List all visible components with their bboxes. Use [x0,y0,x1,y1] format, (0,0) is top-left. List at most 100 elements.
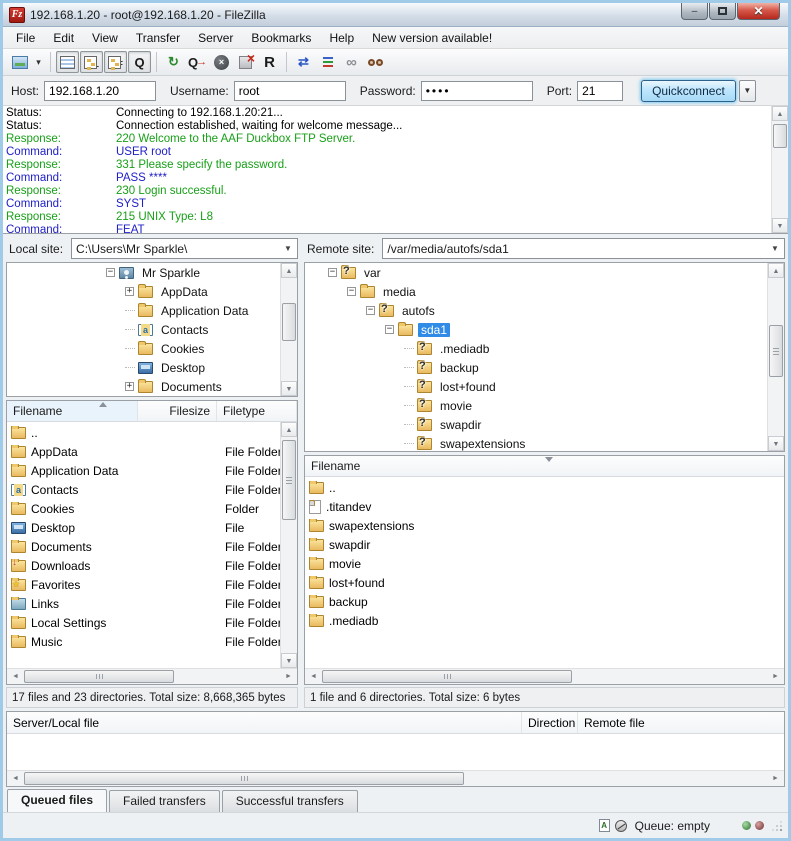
local-file-row[interactable]: AppDataFile Folder [7,442,297,461]
pane-splitter[interactable] [298,236,301,708]
column-header-filesize[interactable]: Filesize [138,401,217,421]
menu-item-bookmarks[interactable]: Bookmarks [242,29,320,47]
local-file-row[interactable]: LinksFile Folder [7,594,297,613]
port-input[interactable] [577,81,623,101]
local-file-row[interactable]: FavoritesFile Folder [7,575,297,594]
speed-limits-icon[interactable] [615,820,627,832]
menu-item-new-version-available[interactable]: New version available! [363,29,501,47]
remote-tree-item-backup[interactable]: backup [305,358,784,377]
local-tree-scrollbar[interactable]: ▲ ▼ [280,263,297,396]
local-site-combo[interactable]: C:\Users\Mr Sparkle\ ▼ [71,238,298,259]
username-input[interactable] [234,81,346,101]
remote-file-row[interactable]: swapextensions [305,516,784,535]
maximize-button[interactable] [709,3,736,20]
remote-tree-item-lost-found[interactable]: lost+found [305,377,784,396]
scroll-left-icon[interactable]: ◄ [306,670,321,683]
queue-hscroll-thumb[interactable] [24,772,464,785]
tab-failed-transfers[interactable]: Failed transfers [109,790,220,812]
scroll-down-icon[interactable]: ▼ [281,653,297,668]
cancel-button[interactable]: × [210,51,233,73]
remote-tree-scroll-thumb[interactable] [769,325,783,377]
quickconnect-dropdown-button[interactable]: ▼ [739,80,756,102]
menu-item-file[interactable]: File [7,29,44,47]
remote-tree-item-movie[interactable]: movie [305,396,784,415]
local-file-row[interactable]: CookiesFolder [7,499,297,518]
chevron-down-icon[interactable]: ▼ [767,240,783,257]
host-input[interactable] [44,81,156,101]
local-tree-item-downloads[interactable]: +Downloads [7,396,297,397]
scroll-up-icon[interactable]: ▲ [772,106,788,121]
resize-grip[interactable] [770,819,783,832]
queue-hscrollbar[interactable]: ◄ ► [7,770,784,786]
remote-hscroll-thumb[interactable] [322,670,572,683]
remote-tree-item-mediadb[interactable]: .mediadb [305,339,784,358]
menu-item-server[interactable]: Server [189,29,242,47]
directory-comparison-button[interactable]: ⇄ [292,51,315,73]
scroll-up-icon[interactable]: ▲ [281,263,297,278]
local-file-row[interactable]: DocumentsFile Folder [7,537,297,556]
local-file-row[interactable]: Application DataFile Folder [7,461,297,480]
find-files-button[interactable] [364,51,387,73]
local-tree-scroll-thumb[interactable] [282,303,296,341]
local-tree-item-application-data[interactable]: Application Data [7,301,297,320]
tab-successful-transfers[interactable]: Successful transfers [222,790,358,812]
remote-tree-item-var[interactable]: −var [305,263,784,282]
scroll-right-icon[interactable]: ► [281,670,296,683]
remote-tree-item-sda1[interactable]: −sda1 [305,320,784,339]
local-file-row[interactable]: DownloadsFile Folder [7,556,297,575]
chevron-down-icon[interactable]: ▼ [280,240,296,257]
password-input[interactable] [421,81,533,101]
remote-tree-item-swapextensions[interactable]: swapextensions [305,434,784,452]
remote-file-row[interactable]: lost+found [305,573,784,592]
remote-list-hscrollbar[interactable]: ◄ ► [305,668,784,684]
synchronized-browsing-button[interactable]: ∞ [340,51,363,73]
log-scroll-thumb[interactable] [773,124,787,148]
quickconnect-button[interactable]: Quickconnect [641,80,736,102]
column-header-server-local-file[interactable]: Server/Local file [7,712,522,733]
column-header-filename[interactable]: Filename [7,401,138,421]
scroll-right-icon[interactable]: ► [768,772,783,785]
local-file-row[interactable]: DesktopFile [7,518,297,537]
menu-item-edit[interactable]: Edit [44,29,83,47]
local-file-row[interactable]: ContactsFile Folder [7,480,297,499]
scroll-down-icon[interactable]: ▼ [281,381,297,396]
local-list-hscrollbar[interactable]: ◄ ► [7,668,297,684]
column-header-filetype[interactable]: Filetype [217,401,297,421]
remote-tree-item-swapdir[interactable]: swapdir [305,415,784,434]
collapse-icon[interactable]: − [106,268,115,277]
column-header-direction[interactable]: Direction [522,712,578,733]
transfer-type-icon[interactable]: A [599,819,610,832]
process-queue-button[interactable]: Q→ [186,51,209,73]
local-file-row[interactable]: MusicFile Folder [7,632,297,651]
local-tree-item-cookies[interactable]: Cookies [7,339,297,358]
remote-file-row[interactable]: .. [305,478,784,497]
remote-file-row[interactable]: movie [305,554,784,573]
expand-icon[interactable]: + [125,287,134,296]
scroll-down-icon[interactable]: ▼ [772,218,788,233]
minimize-button[interactable]: – [681,3,708,20]
toggle-queue-button[interactable]: Q [128,51,151,73]
local-list-scroll-thumb[interactable] [282,440,296,520]
scroll-up-icon[interactable]: ▲ [768,263,784,278]
remote-file-row[interactable]: .mediadb [305,611,784,630]
site-manager-button[interactable] [8,51,31,73]
menu-item-transfer[interactable]: Transfer [127,29,189,47]
local-tree-item-desktop[interactable]: Desktop [7,358,297,377]
scroll-down-icon[interactable]: ▼ [768,436,784,451]
expand-icon[interactable]: + [125,382,134,391]
local-list-scrollbar[interactable]: ▲ ▼ [280,422,297,668]
menu-item-view[interactable]: View [83,29,127,47]
directory-listing-filters-button[interactable] [316,51,339,73]
collapse-icon[interactable]: − [385,325,394,334]
menu-item-help[interactable]: Help [320,29,363,47]
collapse-icon[interactable]: − [328,268,337,277]
close-button[interactable]: ✕ [737,3,780,20]
scroll-left-icon[interactable]: ◄ [8,772,23,785]
tab-queued-files[interactable]: Queued files [7,789,107,812]
toggle-remote-tree-button[interactable]: F [104,51,127,73]
remote-file-row[interactable]: swapdir [305,535,784,554]
scroll-left-icon[interactable]: ◄ [8,670,23,683]
log-scrollbar[interactable]: ▲ ▼ [771,106,788,233]
local-file-row[interactable]: .. [7,423,297,442]
remote-file-row[interactable]: .titandev [305,497,784,516]
